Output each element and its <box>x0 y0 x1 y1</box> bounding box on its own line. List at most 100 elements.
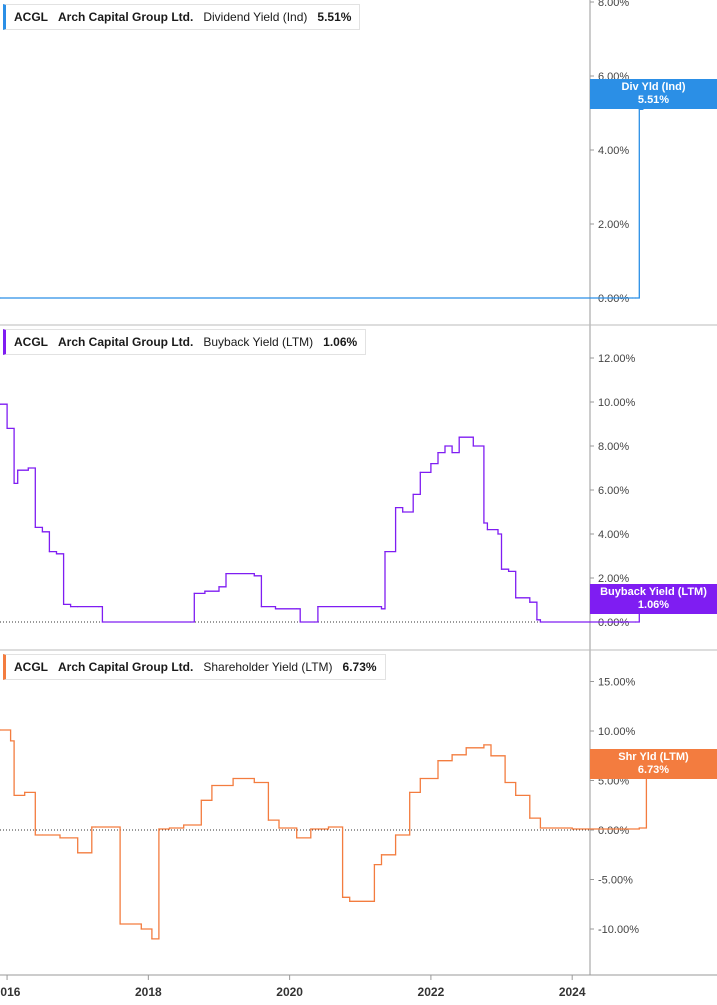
legend-series-name: Dividend Yield (Ind) <box>203 10 308 24</box>
data-point <box>55 553 58 555</box>
legend-ticker: ACGL <box>14 660 48 674</box>
data-point <box>486 529 489 531</box>
data-point <box>232 777 234 780</box>
y-tick-label: 6.00% <box>598 485 629 497</box>
data-point <box>472 445 474 447</box>
data-point <box>296 837 298 839</box>
value-tag-label: Shr Yld (LTM) <box>618 751 689 763</box>
data-point <box>62 603 65 606</box>
data-point <box>296 608 298 610</box>
data-point <box>402 511 404 513</box>
data-point <box>278 827 280 829</box>
data-point <box>225 573 227 575</box>
data-point <box>98 606 100 608</box>
y-tick-label: 8.00% <box>598 0 629 9</box>
data-point <box>9 740 12 742</box>
series-line <box>0 403 672 623</box>
data-point <box>41 834 43 836</box>
y-tick-label: 10.00% <box>598 726 636 738</box>
data-point <box>384 551 386 553</box>
legend-series-value: 1.06% <box>323 335 358 349</box>
data-point <box>140 928 142 930</box>
data-point <box>91 826 93 828</box>
data-point <box>70 606 72 608</box>
data-point <box>13 482 15 484</box>
data-point <box>635 297 637 299</box>
y-tick-label: -10.00% <box>598 924 639 936</box>
legend-panel-1: ACGL Arch Capital Group Ltd. Dividend Yi… <box>3 4 361 30</box>
data-point <box>419 777 421 780</box>
x-tick-label: 2016 <box>0 985 21 999</box>
data-point <box>515 794 517 796</box>
data-point <box>606 828 609 830</box>
data-point <box>539 827 541 829</box>
data-point <box>483 522 485 524</box>
value-tag-dividend-yield: Div Yld (Ind) 5.51% <box>590 79 717 109</box>
x-tick-label: 2022 <box>418 985 445 999</box>
data-point <box>17 469 19 471</box>
data-point <box>6 427 8 429</box>
data-point <box>412 493 414 495</box>
series-line <box>0 729 690 940</box>
data-point <box>317 606 319 608</box>
data-point <box>190 621 192 623</box>
data-point <box>193 592 195 595</box>
legend-series-value: 5.51% <box>317 10 352 24</box>
value-tag-label: Div Yld (Ind) <box>621 81 686 93</box>
data-point <box>34 526 36 529</box>
legend-series-value: 6.73% <box>342 660 377 674</box>
legend-panel-2: ACGL Arch Capital Group Ltd. Buyback Yie… <box>3 329 367 355</box>
data-point <box>13 794 15 796</box>
x-tick-label: 2020 <box>276 985 303 999</box>
data-point <box>211 784 213 787</box>
data-point <box>539 621 541 623</box>
data-point <box>101 621 104 623</box>
y-tick-label: 0.00% <box>598 293 629 305</box>
data-point <box>267 819 270 821</box>
data-point <box>158 828 160 830</box>
data-point <box>77 852 79 854</box>
y-tick-label: 12.00% <box>598 353 636 365</box>
legend-series-name: Buyback Yield (LTM) <box>203 335 314 349</box>
data-point <box>465 747 467 749</box>
y-tick-label: 2.00% <box>598 219 629 231</box>
y-tick-label: -5.00% <box>598 875 633 887</box>
data-point <box>27 467 29 469</box>
data-point <box>394 507 397 509</box>
data-point <box>490 755 492 757</box>
data-point <box>508 570 510 573</box>
data-point <box>483 744 485 746</box>
legend-series-name: Shareholder Yield (LTM) <box>203 660 333 674</box>
y-tick-label: 0.00% <box>598 617 629 629</box>
data-point <box>529 817 531 819</box>
data-point <box>59 837 61 839</box>
data-point <box>437 452 439 454</box>
data-point <box>310 828 312 830</box>
data-point <box>571 828 573 830</box>
value-tag-label: Buyback Yield (LTM) <box>600 586 707 598</box>
legend-ticker: ACGL <box>14 335 48 349</box>
value-tag-value: 1.06% <box>637 599 670 611</box>
y-tick-label: 8.00% <box>598 441 629 453</box>
data-point <box>419 471 421 473</box>
data-point <box>313 621 315 623</box>
legend-company: Arch Capital Group Ltd. <box>58 335 194 349</box>
data-point <box>94 826 96 828</box>
data-point <box>451 452 453 454</box>
data-point <box>41 531 43 533</box>
data-point <box>373 864 375 866</box>
data-point <box>451 754 453 756</box>
x-tick-label: 2024 <box>559 985 586 999</box>
data-point <box>34 834 36 836</box>
data-point <box>218 586 220 588</box>
data-point <box>200 799 202 801</box>
y-tick-label: 15.00% <box>598 677 636 689</box>
data-point <box>631 297 633 299</box>
data-point <box>515 597 517 599</box>
chart-canvas: 8.00% 6.00% 4.00% 2.00% 0.00% 12.00% 10.00% 8.0… <box>0 0 717 999</box>
data-point <box>529 601 531 603</box>
data-point <box>119 923 121 925</box>
legend-company: Arch Capital Group Ltd. <box>58 10 194 24</box>
data-point <box>342 896 344 898</box>
series-line <box>0 79 690 299</box>
